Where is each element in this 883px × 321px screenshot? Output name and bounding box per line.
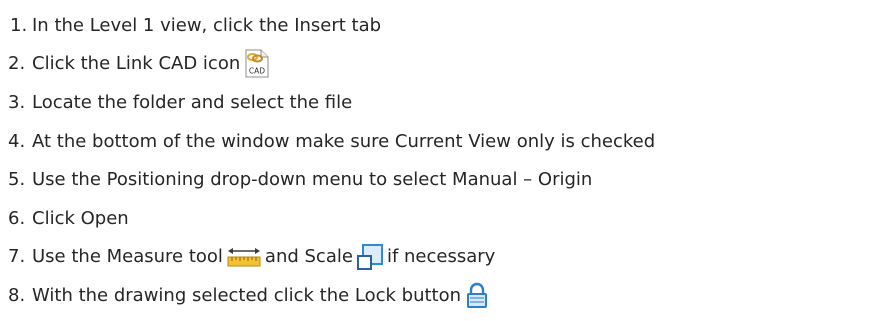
measure-icon [227, 246, 261, 268]
step-text: At the bottom of the window make sure Cu… [32, 130, 656, 152]
step-number: 8. [8, 284, 26, 306]
step-4: 4. At the bottom of the window make sure… [8, 122, 880, 161]
step-text: Click the Link CAD icon [32, 53, 241, 75]
step-text: Click Open [32, 207, 129, 229]
step-6: 6. Click Open [8, 199, 880, 238]
step-number: 2. [8, 53, 26, 75]
step-text: In the Level 1 view, click the Insert ta… [32, 14, 382, 36]
step-number: 7. [8, 246, 26, 268]
step-text-before: Use the Measure tool [32, 246, 223, 268]
step-1: 1. In the Level 1 view, click the Insert… [8, 6, 880, 45]
step-text: Use the Positioning drop-down menu to se… [32, 169, 593, 191]
step-7: 7. Use the Measure tool and Scale if nec… [8, 238, 880, 277]
cad-label: CAD [249, 67, 265, 76]
step-8: 8. With the drawing selected click the L… [8, 276, 880, 315]
step-number: 6. [8, 207, 26, 229]
step-5: 5. Use the Positioning drop-down menu to… [8, 160, 880, 199]
step-text: With the drawing selected click the Lock… [32, 284, 462, 306]
step-3: 3. Locate the folder and select the file [8, 83, 880, 122]
step-number: 3. [8, 91, 26, 113]
step-number: 1. [10, 14, 28, 36]
step-2: 2. Click the Link CAD icon CAD [8, 45, 880, 84]
link-cad-icon: CAD [245, 49, 269, 78]
step-number: 4. [8, 130, 26, 152]
instruction-list: 1. In the Level 1 view, click the Insert… [8, 6, 880, 315]
step-text-after: if necessary [386, 246, 496, 268]
step-text: Locate the folder and select the file [32, 91, 353, 113]
scale-icon [356, 243, 383, 270]
step-number: 5. [8, 169, 26, 191]
lock-icon [466, 282, 488, 309]
step-text-middle: and Scale [264, 246, 353, 268]
